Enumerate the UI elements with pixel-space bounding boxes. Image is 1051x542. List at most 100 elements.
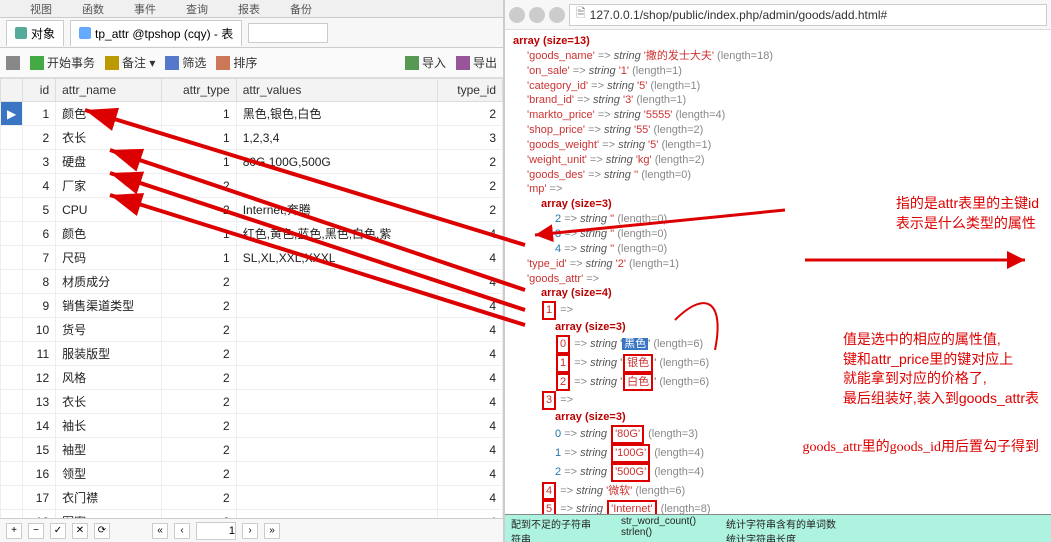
col-id[interactable]: id [23, 79, 56, 102]
cell-type-id[interactable]: 4 [438, 318, 503, 342]
cell-id[interactable]: 8 [23, 270, 56, 294]
cell-type-id[interactable]: 4 [438, 222, 503, 246]
menu-item[interactable]: 函数 [82, 1, 104, 17]
cell-attr-values[interactable] [236, 414, 438, 438]
cell-attr-type[interactable]: 2 [162, 342, 237, 366]
cell-attr-values[interactable] [236, 438, 438, 462]
last-page-button[interactable]: » [264, 523, 280, 539]
sort-button[interactable]: 排序 [216, 54, 257, 71]
commit-button[interactable]: ✓ [50, 523, 66, 539]
cell-type-id[interactable]: 4 [438, 342, 503, 366]
table-row[interactable]: 2 衣长 1 1,2,3,4 3 [1, 126, 503, 150]
menu-item[interactable]: 事件 [134, 1, 156, 17]
cell-attr-type[interactable]: 2 [162, 390, 237, 414]
menu-item[interactable]: 备份 [290, 1, 312, 17]
cell-attr-type[interactable]: 2 [162, 270, 237, 294]
cell-attr-type[interactable]: 2 [162, 462, 237, 486]
table-row[interactable]: 8 材质成分 2 4 [1, 270, 503, 294]
cell-attr-type[interactable]: 1 [162, 102, 237, 126]
cell-id[interactable]: 1 [23, 102, 56, 126]
cell-id[interactable]: 17 [23, 486, 56, 510]
cancel-button[interactable]: ✕ [72, 523, 88, 539]
forward-icon[interactable] [529, 7, 545, 23]
table-row[interactable]: ▶ 1 颜色 1 黑色,银色,白色 2 [1, 102, 503, 126]
cell-attr-values[interactable] [236, 366, 438, 390]
cell-type-id[interactable]: 4 [438, 414, 503, 438]
refresh-button[interactable]: ⟳ [94, 523, 110, 539]
table-row[interactable]: 9 销售渠道类型 2 4 [1, 294, 503, 318]
cell-id[interactable]: 10 [23, 318, 56, 342]
cell-type-id[interactable]: 2 [438, 174, 503, 198]
filter-button[interactable]: 筛选 [165, 54, 206, 71]
cell-attr-name[interactable]: CPU [56, 198, 162, 222]
cell-id[interactable]: 14 [23, 414, 56, 438]
cell-attr-type[interactable]: 2 [162, 414, 237, 438]
cell-attr-values[interactable]: 1,2,3,4 [236, 126, 438, 150]
delete-row-button[interactable]: − [28, 523, 44, 539]
cell-attr-type[interactable]: 1 [162, 222, 237, 246]
cell-id[interactable]: 9 [23, 294, 56, 318]
url-bar[interactable]: 🗎127.0.0.1/shop/public/index.php/admin/g… [569, 4, 1047, 26]
menu-item[interactable]: 视图 [30, 1, 52, 17]
table-row[interactable]: 3 硬盘 1 80G,100G,500G 2 [1, 150, 503, 174]
cell-id[interactable]: 18 [23, 510, 56, 519]
cell-id[interactable]: 11 [23, 342, 56, 366]
table-row[interactable]: 15 袖型 2 4 [1, 438, 503, 462]
cell-attr-name[interactable]: 尺码 [56, 246, 162, 270]
page-input[interactable] [196, 522, 236, 540]
cell-attr-values[interactable] [236, 486, 438, 510]
cell-attr-name[interactable]: 袖长 [56, 414, 162, 438]
cell-attr-type[interactable]: 2 [162, 366, 237, 390]
cell-attr-type[interactable]: 1 [162, 150, 237, 174]
cell-attr-values[interactable]: 黑色,银色,白色 [236, 102, 438, 126]
cell-attr-values[interactable]: 红色,黄色,蓝色,黑色,白色,紫 [236, 222, 438, 246]
cell-type-id[interactable]: 4 [438, 486, 503, 510]
cell-type-id[interactable]: 4 [438, 270, 503, 294]
col-attr-name[interactable]: attr_name [56, 79, 162, 102]
tab-objects[interactable]: 对象 [6, 20, 64, 46]
cell-attr-type[interactable]: 1 [162, 246, 237, 270]
cell-attr-type[interactable]: 1 [162, 126, 237, 150]
cell-attr-name[interactable]: 颜色 [56, 102, 162, 126]
tab-search-input[interactable] [248, 23, 328, 43]
cell-attr-name[interactable]: 销售渠道类型 [56, 294, 162, 318]
menu-item[interactable]: 报表 [238, 1, 260, 17]
col-attr-values[interactable]: attr_values [236, 79, 438, 102]
import-button[interactable]: 导入 [405, 54, 446, 71]
table-row[interactable]: 10 货号 2 4 [1, 318, 503, 342]
cell-attr-name[interactable]: 服装版型 [56, 342, 162, 366]
cell-attr-name[interactable]: 图案 [56, 510, 162, 519]
table-row[interactable]: 11 服装版型 2 4 [1, 342, 503, 366]
export-button[interactable]: 导出 [456, 54, 497, 71]
cell-attr-name[interactable]: 领型 [56, 462, 162, 486]
cell-type-id[interactable]: 2 [438, 102, 503, 126]
cell-id[interactable]: 3 [23, 150, 56, 174]
cell-attr-name[interactable]: 衣门襟 [56, 486, 162, 510]
cell-type-id[interactable]: 4 [438, 438, 503, 462]
start-transaction-button[interactable]: 开始事务 [30, 54, 95, 71]
next-page-button[interactable]: › [242, 523, 258, 539]
cell-attr-name[interactable]: 风格 [56, 366, 162, 390]
back-icon[interactable] [509, 7, 525, 23]
cell-attr-type[interactable]: 2 [162, 510, 237, 519]
cell-type-id[interactable]: 2 [438, 198, 503, 222]
cell-attr-values[interactable] [236, 174, 438, 198]
cell-id[interactable]: 5 [23, 198, 56, 222]
add-row-button[interactable]: + [6, 523, 22, 539]
prev-page-button[interactable]: ‹ [174, 523, 190, 539]
col-type-id[interactable]: type_id [438, 79, 503, 102]
cell-attr-type[interactable]: 2 [162, 438, 237, 462]
cell-attr-name[interactable]: 袖型 [56, 438, 162, 462]
table-row[interactable]: 13 衣长 2 4 [1, 390, 503, 414]
cell-type-id[interactable]: 2 [438, 150, 503, 174]
menu-item[interactable]: 查询 [186, 1, 208, 17]
table-row[interactable]: 14 袖长 2 4 [1, 414, 503, 438]
cell-id[interactable]: 4 [23, 174, 56, 198]
grid-wrap[interactable]: id attr_name attr_type attr_values type_… [0, 78, 503, 518]
cell-type-id[interactable]: 4 [438, 366, 503, 390]
cell-attr-type[interactable]: 2 [162, 318, 237, 342]
cell-id[interactable]: 13 [23, 390, 56, 414]
cell-attr-values[interactable] [236, 270, 438, 294]
cell-attr-name[interactable]: 硬盘 [56, 150, 162, 174]
first-page-button[interactable]: « [152, 523, 168, 539]
